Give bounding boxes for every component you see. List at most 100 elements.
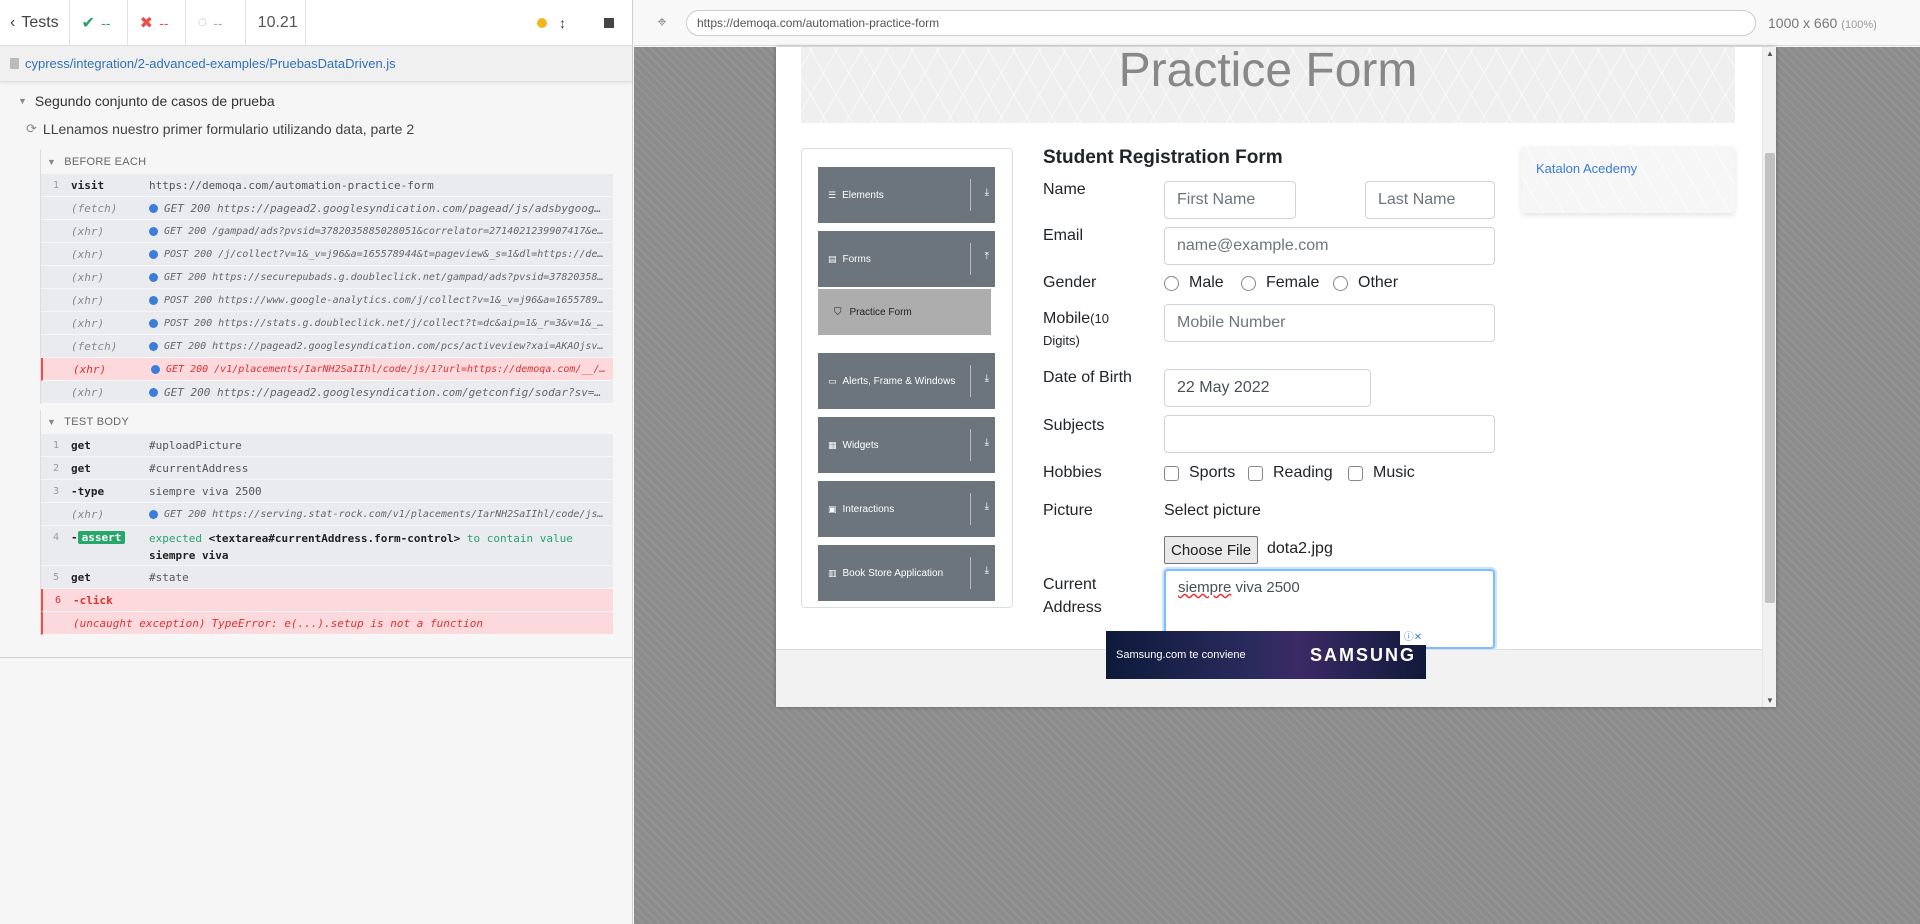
command-row[interactable]: (xhr) GET 200 https://securepubads.g.doub… [41, 266, 613, 289]
aut-scrollbar[interactable]: ▲ ▼ [1762, 47, 1776, 707]
dob-input[interactable]: 22 May 2022 [1164, 369, 1371, 407]
nav-group-alerts[interactable]: ▭ Alerts, Frame & Windows ⤓ [818, 353, 995, 409]
command-row[interactable]: (xhr) POST 200 https://stats.g.doubleclic… [41, 312, 613, 335]
form-title: Student Registration Form [1043, 147, 1283, 168]
command-row[interactable]: (xhr) POST 200 https://www.google-analyti… [41, 289, 613, 312]
test-title[interactable]: ⟳ LLenamos nuestro primer formulario uti… [0, 116, 632, 142]
email-input[interactable]: name@example.com [1164, 227, 1495, 265]
circle-notch-icon: ◌ [197, 13, 208, 31]
sidebar-ad: Katalon Acedemy [1522, 147, 1734, 213]
hobby-music-checkbox[interactable]: Music [1348, 464, 1415, 482]
nav-label: Forms [842, 253, 871, 265]
choose-file-button[interactable]: Choose File [1164, 536, 1259, 564]
subjects-input[interactable] [1164, 415, 1495, 453]
command-row[interactable]: (xhr) GET 200 /gampad/ads?pvsid=378203588… [41, 220, 613, 243]
spec-path-link[interactable]: cypress/integration/2-advanced-examples/… [25, 56, 396, 71]
ad-close-icon[interactable]: ⓘ✕ [1400, 631, 1426, 645]
command-message: GET 200 https://pagead2.googlesyndicatio… [164, 385, 602, 399]
picture-label: Picture [1043, 502, 1093, 519]
command-name: (fetch) [71, 201, 118, 215]
checkbox-box [1164, 465, 1179, 481]
test-body-label: TEST BODY [64, 416, 130, 428]
gender-female-radio[interactable]: Female [1241, 274, 1319, 292]
gender-other-radio[interactable]: Other [1333, 274, 1398, 292]
assert-expected: expected [149, 532, 202, 545]
download-icon: ⤓ [984, 373, 989, 384]
left-nav: ☰ Elements ⤓ ▤ Forms ⤒ ⛉ Practice Form ▭… [801, 148, 1013, 608]
scroll-down-icon[interactable]: ▼ [1766, 696, 1774, 705]
command-row[interactable]: (fetch) GET 200 https://pagead2.googlesyn… [41, 335, 613, 358]
command-row[interactable]: (xhr) GET 200 https://serving.stat-rock.… [41, 503, 613, 526]
command-number: 2 [52, 462, 60, 474]
hook-title-test-body[interactable]: ▼ TEST BODY [41, 410, 613, 434]
command-row[interactable]: 3 -type siempre viva 2500 [41, 480, 613, 503]
nav-group-widgets[interactable]: ▦ Widgets ⤓ [818, 417, 995, 473]
command-message: GET 200 https://securepubads.g.doublecli… [164, 271, 613, 283]
upload-icon: ⤒ [984, 251, 989, 262]
command-message: #state [149, 570, 189, 584]
command-row[interactable]: 5 get #state [41, 566, 613, 589]
test-body-hook: ▼ TEST BODY 1 get #uploadPicture 2 get #… [40, 410, 613, 635]
command-name: (xhr) [71, 507, 105, 521]
checkbox-label: Reading [1273, 464, 1333, 481]
mobile-hint-2: Digits) [1043, 333, 1080, 348]
command-message: #uploadPicture [149, 438, 242, 452]
caret-down-icon: ▼ [18, 96, 27, 106]
command-row-assert[interactable]: 4 - assert expected <textarea#currentAddr… [41, 526, 613, 566]
scroll-up-icon[interactable]: ▲ [1766, 49, 1774, 58]
request-dot-icon [149, 226, 158, 236]
command-message: GET 200 https://pagead2.googlesyndicatio… [164, 340, 613, 352]
ad-brand: SAMSUNG [1309, 644, 1416, 665]
nav-label: Widgets [842, 439, 879, 451]
command-name: -click [73, 593, 113, 607]
command-row[interactable]: 1 get #uploadPicture [41, 434, 613, 457]
nav-label: Practice Form [849, 306, 912, 318]
radio-circle [1333, 275, 1348, 291]
hobby-sports-checkbox[interactable]: Sports [1164, 464, 1235, 482]
command-number: 5 [52, 571, 60, 583]
hook-title-before-each[interactable]: ▼ BEFORE EACH [41, 150, 613, 174]
katalon-link[interactable]: Katalon Acedemy [1536, 161, 1637, 176]
hobby-reading-checkbox[interactable]: Reading [1248, 464, 1333, 482]
uncaught-exception-row[interactable]: (uncaught exception) TypeError: e(...).s… [41, 612, 613, 635]
nav-group-forms[interactable]: ▤ Forms ⤒ [818, 231, 995, 287]
command-message: expected <textarea#currentAddress.form-c… [149, 530, 613, 564]
gender-male-radio[interactable]: Male [1164, 274, 1224, 292]
aut-url-bar[interactable]: https://demoqa.com/automation-practice-f… [686, 9, 1756, 36]
viewport-dimensions: 1000 x 660 [1768, 14, 1838, 31]
nav-group-elements[interactable]: ☰ Elements ⤓ [818, 167, 995, 223]
reporter-divider [0, 657, 633, 658]
last-name-input[interactable]: Last Name [1365, 181, 1495, 219]
radio-label: Other [1358, 274, 1399, 291]
failed-count: ✖ -- [128, 0, 186, 45]
selector-playground-icon[interactable]: ⌖ [642, 14, 682, 32]
command-row-error[interactable]: (xhr) GET 200 /v1/placements/IarNH2SaIIhl… [41, 358, 613, 381]
scrollbar-thumb[interactable] [1765, 153, 1775, 603]
assert-value: siempre viva [149, 549, 229, 562]
viewport-size[interactable]: 1000 x 660 (100%) [1768, 15, 1877, 31]
address-label-1: Current [1043, 576, 1097, 593]
mobile-label-text: Mobile [1043, 310, 1091, 327]
request-dot-icon [149, 249, 158, 259]
command-row[interactable]: 1 visit https://demoqa.com/automation-prac… [41, 174, 613, 197]
mobile-input[interactable]: Mobile Number [1164, 304, 1495, 342]
nav-group-book-store[interactable]: ▥ Book Store Application ⤓ [818, 545, 995, 601]
request-dot-icon [149, 272, 158, 282]
command-row[interactable]: (xhr) POST 200 /j/collect?v=1&_v=j96&a=16… [41, 243, 613, 266]
command-row-error[interactable]: 6 -click [41, 589, 613, 612]
suite-title[interactable]: ▼ Segundo conjunto de casos de prueba [0, 86, 632, 116]
command-row[interactable]: (xhr) GET 200 https://pagead2.googlesyndi… [41, 381, 613, 404]
samsung-ad[interactable]: Samsung.com te conviene SAMSUNG ⓘ✕ [1106, 631, 1426, 679]
first-name-input[interactable]: First Name [1164, 181, 1296, 219]
command-name: -type [71, 484, 105, 498]
command-row[interactable]: (fetch) GET 200 https://pagead2.googlesyn… [41, 197, 613, 220]
auto-scroll-icon[interactable]: ↕ [559, 15, 566, 31]
nav-label: Interactions [842, 503, 895, 515]
command-row[interactable]: 2 get #currentAddress [41, 457, 613, 480]
aut-stage: Practice Form ☰ Elements ⤓ ▤ Forms ⤒ ⛉ P… [634, 47, 1920, 924]
tests-button[interactable]: ‹ Tests [0, 0, 70, 45]
nav-group-interactions[interactable]: ▣ Interactions ⤓ [818, 481, 995, 537]
command-message: GET 200 /gampad/ads?pvsid=37820358850280… [164, 225, 613, 237]
nav-item-practice-form[interactable]: ⛉ Practice Form [818, 289, 991, 335]
stop-button[interactable] [604, 17, 614, 28]
